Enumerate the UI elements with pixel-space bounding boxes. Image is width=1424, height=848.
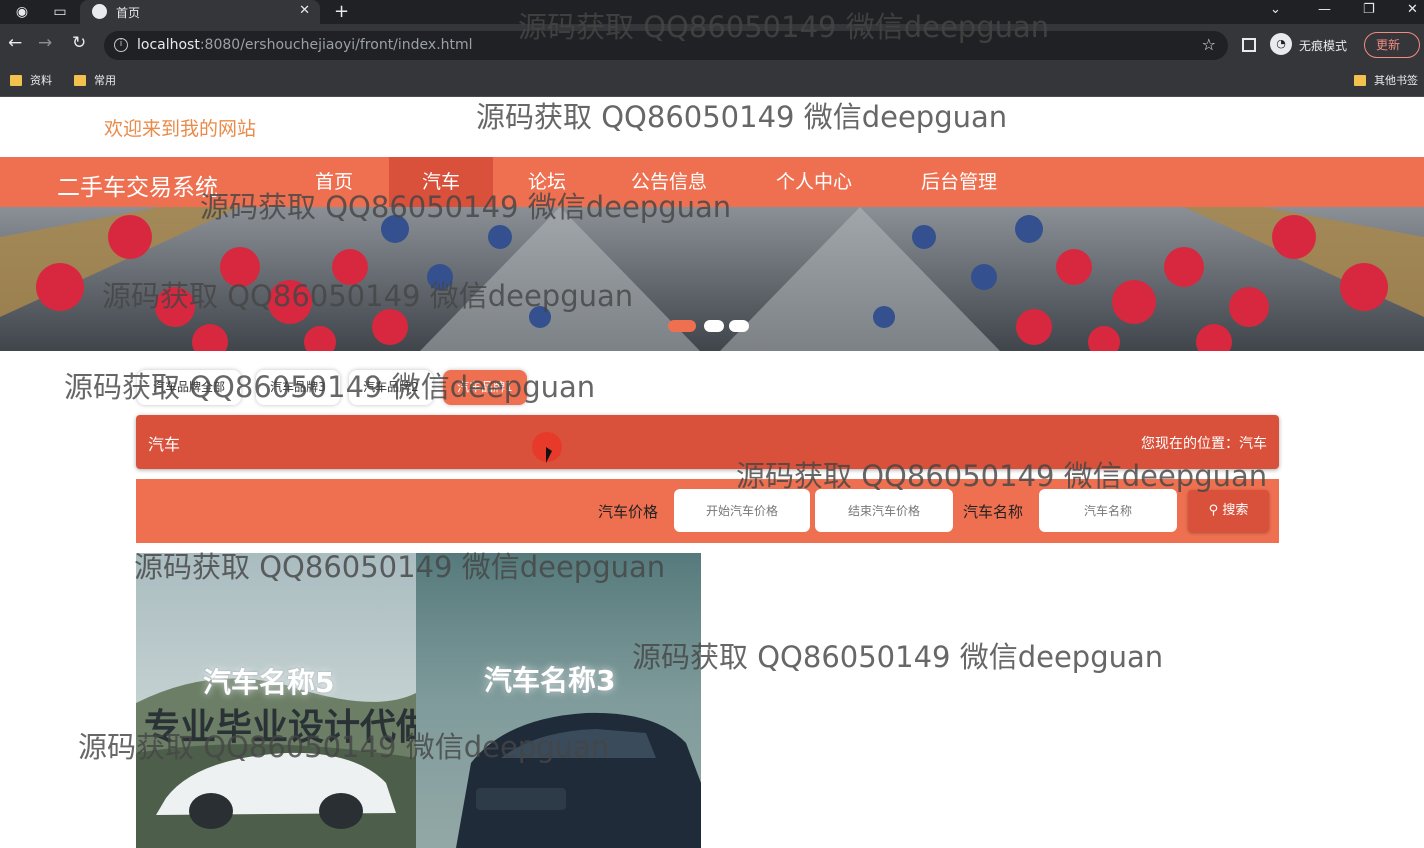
bookmark-folder-changyong[interactable]: 常用 — [72, 72, 116, 90]
brand-tab-all[interactable]: 汽车品牌全部 — [137, 370, 241, 405]
section-title: 汽车 — [148, 435, 181, 454]
car-name-input[interactable] — [1039, 489, 1177, 532]
globe-icon — [92, 4, 107, 19]
minimize-icon[interactable]: — — [1318, 2, 1331, 17]
nav-item-admin[interactable]: 后台管理 — [900, 157, 1018, 207]
address-bar[interactable]: i localhost:8080/ershouchejiaoyi/front/i… — [104, 31, 1228, 60]
brand-tab-3[interactable]: 汽车品牌3 — [256, 370, 340, 405]
car-name-1: 汽车名称5 — [203, 666, 335, 699]
tab-list-icon[interactable]: ⌄ — [1270, 2, 1281, 17]
carousel-dot-2[interactable] — [704, 320, 724, 332]
mouse-cursor-icon — [546, 447, 552, 463]
breadcrumb-location: 您现在的位置：汽车 — [1141, 436, 1267, 452]
address-url[interactable]: localhost:8080/ershouchejiaoyi/front/ind… — [137, 37, 473, 53]
forward-arrow-icon[interactable]: → — [38, 33, 52, 53]
browser-toolbar: ← → ↻ i localhost:8080/ershouchejiaoyi/f… — [0, 24, 1424, 66]
reload-icon[interactable]: ↻ — [72, 33, 86, 53]
site-info-icon[interactable]: i — [114, 38, 128, 52]
side-panel-icon[interactable] — [1242, 38, 1256, 52]
carousel-dot-3[interactable] — [729, 320, 749, 332]
bookmark-folder-ziliao[interactable]: 资料 — [8, 72, 52, 90]
car-name-2: 汽车名称3 — [484, 664, 616, 697]
site-header: 欢迎来到我的网站 — [0, 97, 1424, 157]
brand-tab-2[interactable]: 汽车品牌2 — [349, 370, 433, 405]
brand-tab-1[interactable]: 汽车品牌1 — [443, 370, 527, 405]
window-close-icon[interactable]: ✕ — [1407, 2, 1418, 17]
bookmark-folder-other[interactable]: 其他书签 — [1352, 72, 1418, 90]
watermark: 源码获取 QQ86050149 微信deepguan — [632, 640, 1164, 674]
name-label: 汽车名称 — [963, 503, 1024, 521]
car-image-2 — [416, 553, 701, 848]
tab-title: 首页 — [116, 6, 141, 20]
search-icon: ⚲ — [1208, 503, 1223, 518]
tab-search-icon[interactable]: ◉ — [14, 4, 30, 20]
car-slogan-1: 专业毕业设计代做 — [144, 707, 416, 748]
browser-tab-strip: ◉ ▭ 首页 ✕ + ⌄ — ❐ ✕ — [0, 0, 1424, 24]
new-tab-button[interactable]: + — [334, 1, 349, 22]
carousel-dot-1[interactable] — [668, 320, 696, 332]
bookmark-star-icon[interactable]: ☆ — [1202, 35, 1216, 54]
car-card-1[interactable]: 汽车名称5 专业毕业设计代做 — [136, 553, 416, 848]
main-navbar: 二手车交易系统 首页 汽车 论坛 公告信息 个人中心 后台管理 — [0, 157, 1424, 207]
search-button[interactable]: ⚲ 搜索 — [1188, 490, 1269, 532]
restore-icon[interactable]: ❐ — [1363, 2, 1375, 17]
tab-close-icon[interactable]: ✕ — [299, 3, 310, 18]
banner-carousel[interactable] — [0, 207, 1424, 351]
incognito-icon[interactable]: ◔ — [1270, 33, 1292, 55]
url-path: :8080/ershouchejiaoyi/front/index.html — [199, 37, 473, 53]
back-arrow-icon[interactable]: ← — [8, 33, 22, 53]
nav-item-forum[interactable]: 论坛 — [508, 157, 586, 207]
car-card-2[interactable]: 汽车名称3 — [416, 553, 701, 848]
url-host: localhost — [137, 37, 200, 53]
nav-item-user-center[interactable]: 个人中心 — [756, 157, 872, 207]
update-button[interactable]: 更新 — [1364, 32, 1420, 58]
browser-tab[interactable]: 首页 ✕ — [80, 0, 320, 24]
site-brand[interactable]: 二手车交易系统 — [57, 168, 218, 202]
welcome-text: 欢迎来到我的网站 — [104, 118, 257, 140]
price-start-input[interactable] — [674, 489, 810, 532]
nav-item-cars[interactable]: 汽车 — [389, 157, 493, 207]
nav-item-announcements[interactable]: 公告信息 — [610, 157, 728, 207]
price-end-input[interactable] — [815, 489, 953, 532]
price-label: 汽车价格 — [598, 503, 659, 521]
nav-item-home[interactable]: 首页 — [295, 157, 373, 207]
search-button-label: 搜索 — [1222, 503, 1249, 518]
incognito-label: 无痕模式 — [1299, 39, 1348, 53]
bookmarks-bar: 资料 常用 其他书签 — [0, 66, 1424, 97]
search-bar: 汽车价格 汽车名称 ⚲ 搜索 — [136, 479, 1279, 543]
tab-group-icon[interactable]: ▭ — [52, 4, 68, 20]
section-title-bar: 汽车 您现在的位置：汽车 — [136, 415, 1279, 469]
